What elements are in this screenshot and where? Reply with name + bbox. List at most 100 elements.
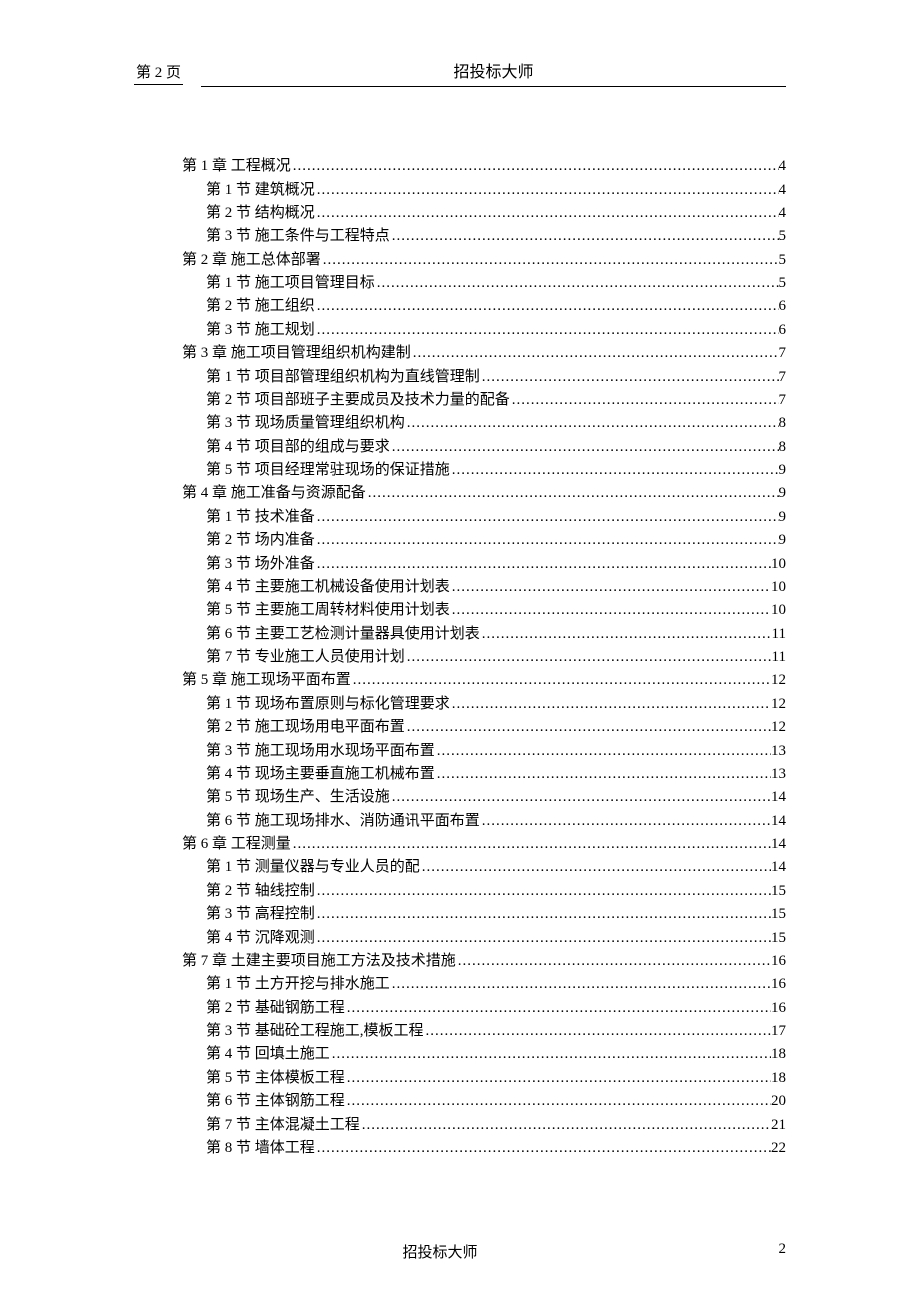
toc-entry-label: 第 1 节 现场布置原则与标化管理要求 <box>206 697 450 712</box>
toc-dots <box>424 1024 771 1039</box>
toc-entry-page: 11 <box>772 627 786 642</box>
toc-entry-label: 第 3 节 场外准备 <box>206 557 315 572</box>
toc-entry: 第 2 节 项目部班子主要成员及技术力量的配备7 <box>134 389 786 412</box>
toc-entry-label: 第 2 章 施工总体部署 <box>182 253 321 268</box>
toc-entry-page: 13 <box>771 767 786 782</box>
toc-dots <box>390 977 771 992</box>
toc-entry-label: 第 6 章 工程测量 <box>182 837 291 852</box>
toc-entry-page: 8 <box>779 440 787 455</box>
toc-dots <box>480 814 771 829</box>
toc-entry-label: 第 5 节 主体模板工程 <box>206 1071 345 1086</box>
toc-entry-page: 14 <box>771 860 786 875</box>
toc-entry-label: 第 1 节 项目部管理组织机构为直线管理制 <box>206 370 480 385</box>
toc-entry-label: 第 1 节 测量仪器与专业人员的配 <box>206 860 420 875</box>
toc-entry-page: 7 <box>779 370 787 385</box>
toc-entry: 第 5 节 主要施工周转材料使用计划表10 <box>134 599 786 622</box>
toc-entry-page: 6 <box>779 323 787 338</box>
toc-entry: 第 1 节 现场布置原则与标化管理要求12 <box>134 693 786 716</box>
toc-dots <box>315 557 771 572</box>
toc-entry-page: 4 <box>779 159 787 174</box>
toc-entry-page: 11 <box>772 650 786 665</box>
toc-entry: 第 1 节 测量仪器与专业人员的配 14 <box>134 856 786 879</box>
toc-entry-label: 第 6 节 施工现场排水、消防通讯平面布置 <box>206 814 480 829</box>
toc-dots <box>450 603 771 618</box>
toc-entry: 第 2 节 场内准备9 <box>134 529 786 552</box>
toc-entry-label: 第 5 节 项目经理常驻现场的保证措施 <box>206 463 450 478</box>
toc-entry-label: 第 1 节 土方开挖与排水施工 <box>206 977 390 992</box>
toc-entry: 第 5 章 施工现场平面布置12 <box>134 669 786 692</box>
toc-entry-page: 8 <box>779 416 787 431</box>
toc-entry: 第 4 节 回填土施工18 <box>134 1043 786 1066</box>
toc-entry: 第 7 节 主体混凝土工程21 <box>134 1113 786 1136</box>
toc-entry-page: 12 <box>771 720 786 735</box>
toc-dots <box>330 1047 771 1062</box>
toc-entry-label: 第 3 节 基础砼工程施工,模板工程 <box>206 1024 424 1039</box>
toc-dots <box>345 1071 771 1086</box>
toc-entry-label: 第 2 节 施工组织 <box>206 299 315 314</box>
toc-entry-page: 9 <box>779 533 787 548</box>
toc-dots <box>435 767 771 782</box>
toc-entry: 第 6 节 施工现场排水、消防通讯平面布置14 <box>134 810 786 833</box>
toc-entry: 第 5 节 项目经理常驻现场的保证措施9 <box>134 459 786 482</box>
toc-entry-page: 7 <box>779 393 787 408</box>
toc-entry: 第 1 节 土方开挖与排水施工16 <box>134 973 786 996</box>
toc-entry-label: 第 1 章 工程概况 <box>182 159 291 174</box>
toc-entry-page: 20 <box>771 1094 786 1109</box>
toc-dots <box>405 650 772 665</box>
toc-entry: 第 4 节 项目部的组成与要求 8 <box>134 436 786 459</box>
toc-dots <box>315 533 779 548</box>
toc-entry-page: 16 <box>771 954 786 969</box>
toc-entry-page: 14 <box>771 790 786 805</box>
toc-entry-page: 14 <box>771 837 786 852</box>
toc-entry-label: 第 7 节 主体混凝土工程 <box>206 1118 360 1133</box>
toc-dots <box>315 884 771 899</box>
toc-entry-label: 第 6 节 主体钢筋工程 <box>206 1094 345 1109</box>
toc-dots <box>405 416 779 431</box>
toc-entry: 第 1 节 建筑概况4 <box>134 178 786 201</box>
toc-entry-page: 10 <box>771 580 786 595</box>
toc-entry: 第 1 节 项目部管理组织机构为直线管理制 7 <box>134 365 786 388</box>
toc-entry-label: 第 5 节 现场生产、生活设施 <box>206 790 390 805</box>
toc-entry: 第 7 节 专业施工人员使用计划11 <box>134 646 786 669</box>
toc-entry-label: 第 7 章 土建主要项目施工方法及技术措施 <box>182 954 456 969</box>
toc-dots <box>435 744 771 759</box>
toc-dots <box>315 183 779 198</box>
toc-dots <box>405 720 771 735</box>
toc-entry-page: 10 <box>771 557 786 572</box>
toc-entry-label: 第 6 节 主要工艺检测计量器具使用计划表 <box>206 627 480 642</box>
toc-entry-label: 第 3 节 施工条件与工程特点 <box>206 229 390 244</box>
toc-entry-page: 9 <box>779 486 787 501</box>
toc-entry-label: 第 3 节 施工规划 <box>206 323 315 338</box>
toc-entry-page: 5 <box>779 253 787 268</box>
toc-dots <box>351 673 771 688</box>
toc-entry-label: 第 4 节 主要施工机械设备使用计划表 <box>206 580 450 595</box>
page-footer: 招投标大师 2 <box>134 1241 786 1262</box>
toc-entry: 第 3 节 基础砼工程施工,模板工程17 <box>134 1020 786 1043</box>
toc-entry-label: 第 3 节 高程控制 <box>206 907 315 922</box>
toc-entry-page: 13 <box>771 744 786 759</box>
toc-dots <box>321 253 779 268</box>
toc-entry: 第 5 节 现场生产、生活设施 14 <box>134 786 786 809</box>
toc-entry: 第 2 节 施工组织 6 <box>134 295 786 318</box>
toc-dots <box>450 580 771 595</box>
toc-entry-label: 第 1 节 施工项目管理目标 <box>206 276 375 291</box>
toc-dots <box>291 837 771 852</box>
toc-dots <box>315 1141 771 1156</box>
toc-entry-page: 12 <box>771 673 786 688</box>
toc-entry-page: 5 <box>779 276 787 291</box>
toc-entry: 第 3 节 施工条件与工程特点5 <box>134 225 786 248</box>
toc-entry-label: 第 1 节 建筑概况 <box>206 183 315 198</box>
toc-entry-page: 15 <box>771 931 786 946</box>
toc-dots <box>291 159 779 174</box>
toc-entry: 第 7 章 土建主要项目施工方法及技术措施 16 <box>134 950 786 973</box>
toc-dots <box>315 206 779 221</box>
toc-dots <box>345 1001 771 1016</box>
toc-dots <box>315 510 779 525</box>
toc-entry-label: 第 4 节 项目部的组成与要求 <box>206 440 390 455</box>
table-of-contents: 第 1 章 工程概况4第 1 节 建筑概况4第 2 节 结构概况4第 3 节 施… <box>134 155 786 1160</box>
toc-entry: 第 1 节 施工项目管理目标 5 <box>134 272 786 295</box>
toc-entry-label: 第 4 节 回填土施工 <box>206 1047 330 1062</box>
toc-dots <box>480 627 772 642</box>
toc-entry-page: 6 <box>779 299 787 314</box>
toc-entry-label: 第 4 节 现场主要垂直施工机械布置 <box>206 767 435 782</box>
